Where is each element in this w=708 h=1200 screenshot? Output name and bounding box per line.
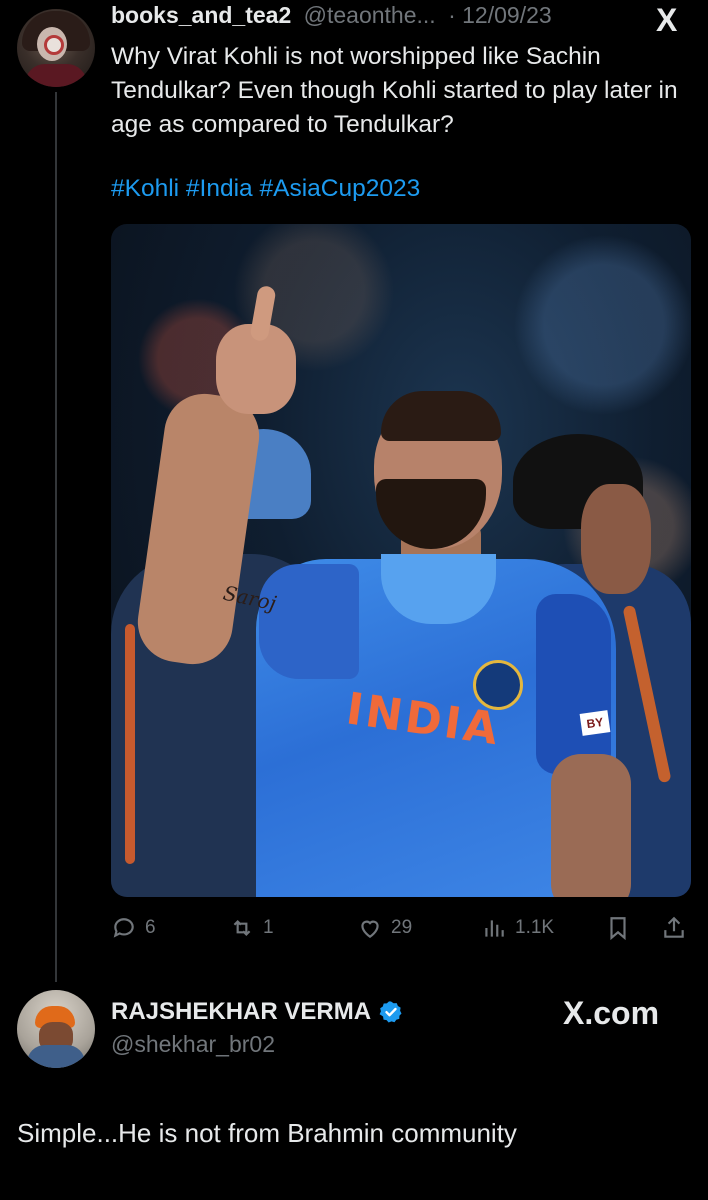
verified-badge-icon [379,1001,402,1023]
share-button[interactable] [661,905,687,951]
thread-line [55,92,57,982]
repost-count: 1 [263,917,274,938]
reply-author-avatar[interactable] [17,990,95,1068]
reply-author-name[interactable]: RAJSHEKHAR VERMA [111,998,371,1026]
share-icon [664,916,684,938]
sleeve-logo: BY [579,710,611,736]
bookmark-icon [610,917,626,941]
repost-button[interactable]: 1 [229,905,274,951]
views-button[interactable]: 1.1K [481,905,554,951]
reply-icon [113,918,134,938]
tweet-header: books_and_tea2 @teaonthe... · 12/09/23 [111,2,552,29]
close-icon[interactable]: X [656,2,677,39]
heart-icon [361,920,379,938]
xcom-watermark: X.com [563,995,660,1031]
reply-count: 6 [145,917,156,938]
reply-button[interactable]: 6 [111,905,156,951]
action-bar: 6 1 29 1.1K [111,905,691,951]
tweet-photo[interactable]: INDIA Saroj BY [111,224,691,897]
view-count: 1.1K [515,917,555,938]
reply-author-name-row: RAJSHEKHAR VERMA [111,998,403,1026]
reply-text: Simple...He is not from Brahmin communit… [17,1118,517,1148]
author-handle[interactable]: @teaonthe... [304,2,436,28]
tweet-hashtags[interactable]: #Kohli #India #AsiaCup2023 [111,175,420,203]
bcci-logo [473,660,523,710]
author-avatar[interactable] [17,9,95,87]
tweet-date[interactable]: · 12/09/23 [448,2,552,28]
reply-author-handle[interactable]: @shekhar_br02 [111,1031,275,1058]
like-count: 29 [391,917,413,938]
like-button[interactable]: 29 [357,905,412,951]
tweet-text: Why Virat Kohli is not worshipped like S… [111,43,678,138]
bookmark-button[interactable] [605,905,631,951]
author-name[interactable]: books_and_tea2 [111,2,291,28]
views-icon [485,920,504,937]
repost-icon [233,919,251,937]
